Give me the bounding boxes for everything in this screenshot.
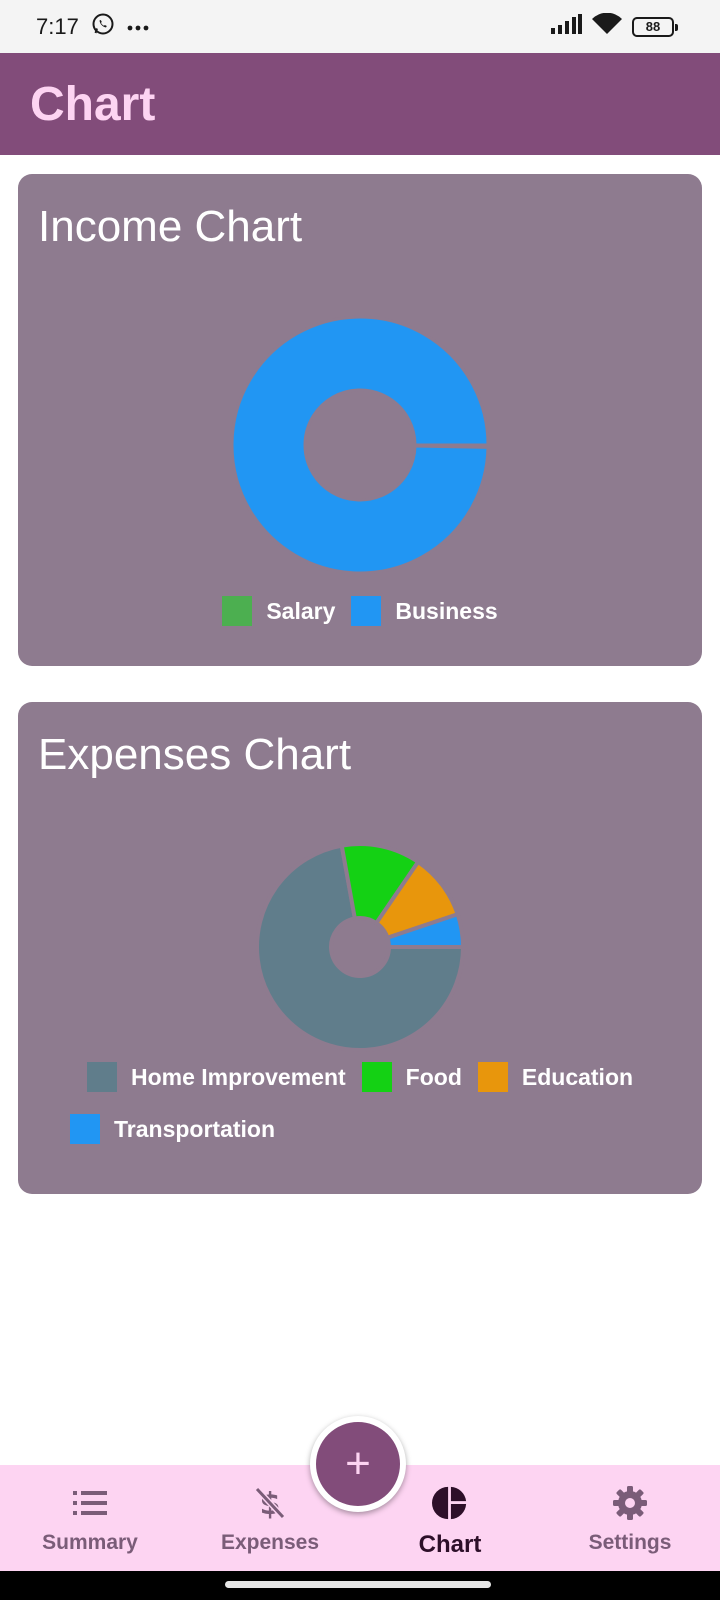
legend-swatch-home-improvement (86, 1062, 117, 1092)
nav-label-expenses: Expenses (220, 1531, 320, 1554)
status-right: 88 (550, 12, 678, 40)
legend-item-education: Education (477, 1062, 634, 1092)
app-bar: Chart (0, 53, 720, 155)
legend-swatch-business (351, 596, 382, 626)
dollar-slash-icon: $ (252, 1485, 288, 1521)
nav-item-summary[interactable]: Summary (15, 1465, 165, 1571)
pie-chart-icon (432, 1485, 468, 1521)
legend-item-transportation: Transportation (70, 1114, 275, 1144)
battery-level: 88 (645, 19, 661, 34)
signal-icon (550, 14, 582, 39)
legend-row: Transportation (18, 1114, 702, 1144)
list-icon (72, 1485, 108, 1521)
legend-label-education: Education (521, 1063, 634, 1090)
more-dots-icon (127, 18, 149, 36)
legend-item-salary: Salary (222, 596, 335, 626)
pie-slice-business (230, 315, 490, 575)
nav-label-settings: Settings (588, 1531, 672, 1554)
legend-label-home-improvement: Home Improvement (130, 1063, 346, 1090)
status-bar: 7:17 88 (0, 0, 720, 53)
legend-row: Salary Business (18, 596, 702, 626)
status-left: 7:17 (36, 12, 149, 41)
status-time: 7:17 (36, 13, 79, 39)
legend-row: Home Improvement Food Education (18, 1062, 702, 1092)
legend-swatch-education (477, 1062, 508, 1092)
nav-item-settings[interactable]: Settings (555, 1465, 705, 1571)
nav-label-summary: Summary (42, 1531, 138, 1554)
legend-swatch-food (361, 1062, 392, 1092)
page-title: Chart (30, 77, 156, 131)
battery-icon: 88 (632, 16, 678, 37)
gesture-area (0, 1571, 720, 1600)
legend-item-business: Business (351, 596, 498, 626)
expenses-chart-legend: Home Improvement Food Education Transpor… (18, 1062, 702, 1166)
plus-icon: + (345, 1439, 371, 1488)
legend-label-business: Business (395, 597, 498, 624)
income-chart-legend: Salary Business (18, 596, 702, 648)
legend-item-home-improvement: Home Improvement (86, 1062, 346, 1092)
home-gesture-bar[interactable] (225, 1581, 491, 1588)
nav-label-chart: Chart (418, 1531, 482, 1558)
expenses-chart-card: Expenses Chart Home Improvement Food Edu… (18, 702, 702, 1194)
legend-swatch-salary (222, 596, 253, 626)
gear-icon (612, 1485, 648, 1521)
legend-label-food: Food (405, 1063, 462, 1090)
add-button[interactable]: + (310, 1416, 406, 1512)
income-chart-card: Income Chart Salary Business (18, 174, 702, 666)
legend-item-food: Food (361, 1062, 462, 1092)
legend-swatch-transportation (70, 1114, 100, 1144)
whatsapp-icon (91, 12, 115, 41)
legend-label-salary: Salary (266, 597, 336, 624)
legend-label-transportation: Transportation (114, 1115, 276, 1142)
wifi-icon (592, 12, 622, 40)
income-pie-chart (230, 315, 490, 575)
